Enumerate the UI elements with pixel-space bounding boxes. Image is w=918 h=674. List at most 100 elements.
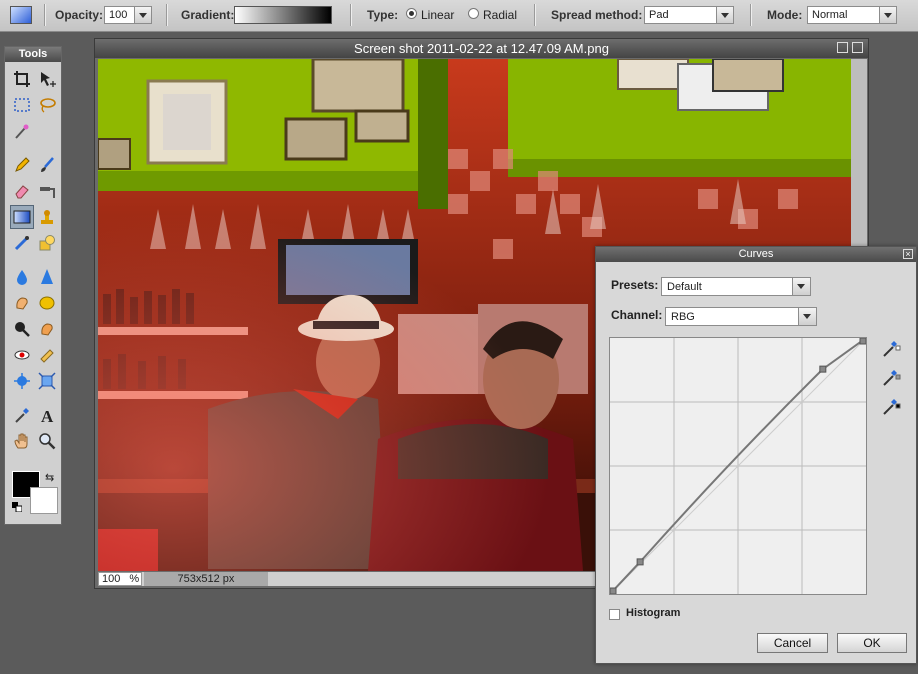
eraser-icon — [15, 185, 29, 199]
channel-label: Channel: — [611, 308, 663, 322]
dodge-tool[interactable] — [10, 317, 34, 341]
image-dimensions: 753x512 px — [144, 572, 268, 586]
curves-titlebar[interactable]: Curves × — [596, 247, 916, 262]
sponge-icon — [39, 296, 55, 310]
presets-select[interactable]: Default — [661, 277, 811, 296]
dodge-icon — [15, 322, 30, 337]
spread-method-select[interactable]: Pad — [644, 6, 734, 24]
zoom-tool[interactable] — [35, 429, 59, 453]
curve-control-point[interactable] — [636, 558, 644, 566]
close-icon[interactable] — [852, 42, 863, 53]
image-window-titlebar[interactable]: Screen shot 2011-02-22 at 12.47.09 AM.pn… — [95, 39, 868, 58]
chevron-down-icon[interactable] — [798, 308, 816, 325]
type-radial-radio[interactable] — [468, 8, 479, 19]
type-radial-label[interactable]: Radial — [483, 8, 517, 22]
presets-value: Default — [667, 281, 702, 293]
pencil-tool[interactable] — [10, 153, 34, 177]
color-replace-icon — [14, 236, 29, 251]
crop-tool[interactable] — [10, 67, 34, 91]
magic-wand-icon — [15, 124, 29, 139]
chevron-down-icon[interactable] — [716, 7, 733, 23]
type-linear-label[interactable]: Linear — [421, 8, 454, 22]
curve-control-point[interactable] — [859, 337, 867, 345]
chevron-down-icon[interactable] — [134, 7, 151, 23]
mode-select[interactable]: Normal — [807, 6, 897, 24]
opacity-select[interactable]: 100 — [104, 6, 152, 24]
type-tool[interactable]: A — [35, 403, 59, 427]
marquee-tool[interactable] — [10, 93, 34, 117]
mode-value: Normal — [812, 9, 848, 21]
histogram-checkbox[interactable] — [609, 609, 620, 620]
pinch-icon — [14, 373, 30, 389]
drop-icon — [17, 270, 27, 285]
histogram-label[interactable]: Histogram — [626, 607, 680, 619]
close-icon[interactable]: × — [903, 249, 913, 259]
separator — [750, 4, 751, 26]
color-picker-tool[interactable] — [10, 403, 34, 427]
zoom-icon — [39, 433, 56, 450]
channel-select[interactable]: RBG — [665, 307, 817, 326]
black-point-eyedropper-icon[interactable] — [880, 337, 902, 359]
hand-icon — [14, 433, 28, 449]
zoom-input[interactable]: 100 % — [98, 572, 142, 586]
gradient-tool[interactable] — [10, 205, 34, 229]
reset-colors-icon[interactable] — [12, 502, 22, 512]
chevron-down-icon[interactable] — [792, 278, 810, 295]
type-linear-radio[interactable] — [406, 8, 417, 19]
bloat-icon — [40, 349, 54, 363]
white-point-eyedropper-icon[interactable] — [880, 395, 902, 417]
red-eye-tool[interactable] — [10, 343, 34, 367]
pinch-tool[interactable] — [10, 369, 34, 393]
separator — [44, 4, 45, 26]
eyedropper-icon — [15, 408, 29, 423]
sponge-tool[interactable] — [35, 291, 59, 315]
background-color-swatch[interactable] — [30, 487, 58, 514]
mode-label: Mode: — [767, 8, 803, 22]
bloat-tool[interactable] — [35, 343, 59, 367]
presets-label: Presets: — [611, 278, 659, 292]
stamp-icon — [41, 210, 53, 224]
cancel-button[interactable]: Cancel — [757, 633, 828, 653]
lasso-icon — [40, 98, 56, 113]
gradient-icon — [13, 210, 31, 224]
ok-button[interactable]: OK — [837, 633, 907, 653]
swap-colors-icon[interactable]: ⇆ — [45, 471, 54, 484]
warp-icon — [38, 372, 56, 390]
drop-tool[interactable] — [10, 265, 34, 289]
sharpen-icon — [41, 269, 53, 284]
color-replace-tool[interactable] — [10, 231, 34, 255]
curve-control-point[interactable] — [609, 587, 617, 595]
magic-wand-tool[interactable] — [10, 119, 34, 143]
curves-graph[interactable] — [609, 337, 867, 595]
move-icon — [41, 72, 56, 87]
replace-color-tool[interactable] — [35, 179, 59, 203]
brush-tool[interactable] — [35, 153, 59, 177]
hand-tool[interactable] — [10, 429, 34, 453]
brush-icon — [41, 157, 54, 172]
clone-stamp-tool[interactable] — [35, 205, 59, 229]
tools-panel-title: Tools — [5, 47, 61, 62]
shape-icon — [39, 235, 55, 251]
warp-tool[interactable] — [35, 369, 59, 393]
move-tool[interactable] — [35, 67, 59, 91]
zoom-value: 100 — [102, 573, 121, 585]
gradient-label: Gradient: — [181, 8, 235, 22]
curves-plot — [609, 337, 867, 595]
type-icon: A — [41, 407, 54, 424]
tools-panel: Tools A ⇆ — [4, 46, 62, 525]
options-bar: Opacity: 100 Gradient: Type: Linear Radi… — [0, 0, 918, 32]
chevron-down-icon[interactable] — [879, 7, 896, 23]
gradient-swatch[interactable] — [234, 6, 332, 24]
shape-tool[interactable] — [35, 231, 59, 255]
smudge-tool[interactable] — [10, 291, 34, 315]
eraser-tool[interactable] — [10, 179, 34, 203]
sharpen-tool[interactable] — [35, 265, 59, 289]
gray-point-eyedropper-icon[interactable] — [880, 366, 902, 388]
maximize-icon[interactable] — [837, 42, 848, 53]
lasso-tool[interactable] — [35, 93, 59, 117]
channel-value: RBG — [671, 311, 695, 323]
burn-tool[interactable] — [35, 317, 59, 341]
pencil-icon — [15, 157, 30, 172]
svg-text:A: A — [41, 407, 54, 424]
curve-control-point[interactable] — [819, 365, 827, 373]
